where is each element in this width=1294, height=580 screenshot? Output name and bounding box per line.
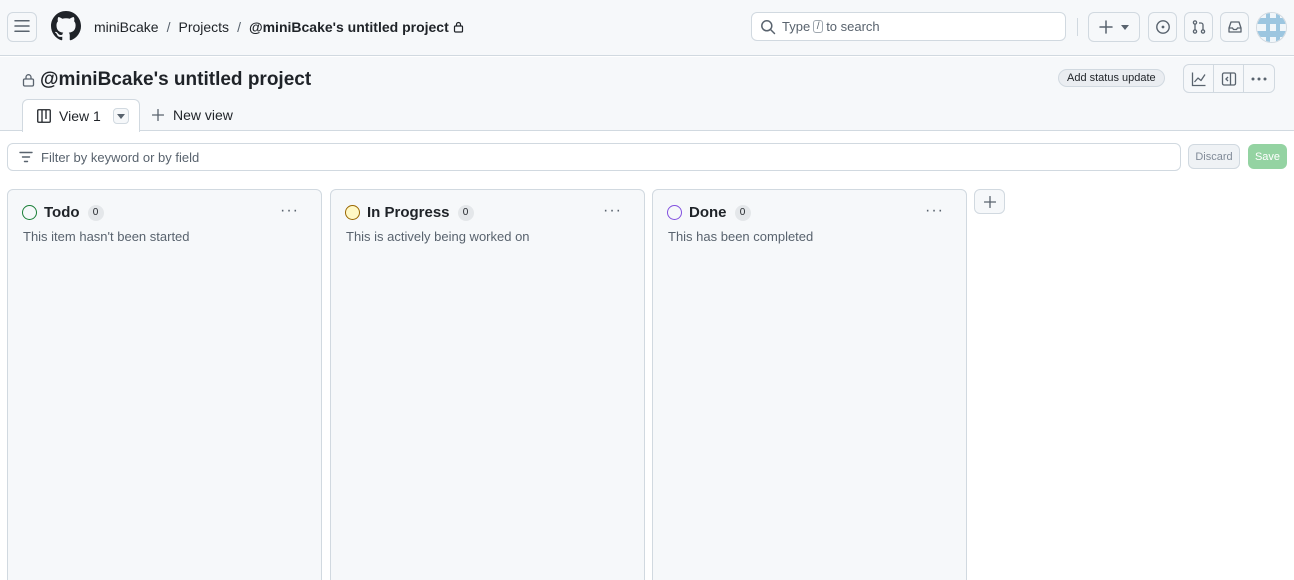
search-placeholder-start: Type <box>782 19 811 34</box>
inbox-button[interactable] <box>1220 12 1249 42</box>
sidebar-icon <box>1221 71 1237 87</box>
filter-input[interactable]: Filter by keyword or by field <box>7 143 1181 171</box>
column-header: Done 0 <box>667 204 751 221</box>
search-placeholder-end: to search <box>826 19 880 34</box>
inbox-icon <box>1227 19 1243 35</box>
hamburger-icon <box>14 18 30 37</box>
discard-button[interactable]: Discard <box>1188 144 1240 169</box>
breadcrumb-current-project[interactable]: @miniBcake's untitled project <box>249 19 449 35</box>
project-actions <box>1183 64 1275 93</box>
column-title: Done <box>689 204 727 221</box>
project-header: @miniBcake's untitled project Add status… <box>0 57 1294 132</box>
add-status-update-button[interactable]: Add status update <box>1058 69 1165 87</box>
status-circle-icon <box>345 205 360 220</box>
project-title-row: @miniBcake's untitled project <box>22 69 311 91</box>
filter-icon <box>19 151 41 163</box>
menu-button[interactable] <box>7 12 37 42</box>
issue-icon <box>1155 19 1171 35</box>
chevron-down-icon <box>1121 24 1129 30</box>
save-button[interactable]: Save <box>1248 144 1287 169</box>
pull-requests-button[interactable] <box>1184 12 1213 42</box>
column-description: This has been completed <box>668 229 814 244</box>
add-column-button[interactable] <box>974 189 1005 214</box>
breadcrumb-separator: / <box>166 19 171 35</box>
chevron-down-icon <box>116 113 125 119</box>
board-column-in-progress: In Progress 0 ··· This is actively being… <box>330 189 645 580</box>
insights-button[interactable] <box>1184 65 1214 92</box>
breadcrumb-separator: / <box>237 19 241 35</box>
tab-label: View 1 <box>59 108 101 124</box>
plus-icon <box>152 109 173 121</box>
board-icon <box>37 109 51 123</box>
search-shortcut-key: / <box>813 20 824 33</box>
pull-request-icon <box>1191 19 1207 35</box>
issues-button[interactable] <box>1148 12 1177 42</box>
column-description: This is actively being worked on <box>346 229 530 244</box>
tab-view-1[interactable]: View 1 <box>22 99 140 132</box>
header-divider <box>1077 18 1078 36</box>
plus-icon <box>1099 20 1113 34</box>
toggle-details-button[interactable] <box>1214 65 1244 92</box>
search-icon <box>760 19 776 35</box>
column-header: Todo 0 <box>22 204 104 221</box>
page-title[interactable]: @miniBcake's untitled project <box>40 69 311 91</box>
column-menu-button[interactable]: ··· <box>925 202 944 220</box>
breadcrumb: miniBcake / Projects / @miniBcake's unti… <box>94 19 464 35</box>
status-circle-icon <box>667 205 682 220</box>
board-column-done: Done 0 ··· This has been completed <box>652 189 967 580</box>
status-circle-icon <box>22 205 37 220</box>
column-title: Todo <box>44 204 80 221</box>
create-new-button[interactable] <box>1088 12 1140 42</box>
column-count: 0 <box>734 204 751 221</box>
column-count: 0 <box>87 204 104 221</box>
breadcrumb-owner[interactable]: miniBcake <box>94 19 159 35</box>
insights-icon <box>1191 71 1207 87</box>
new-view-button[interactable]: New view <box>152 107 233 123</box>
lock-icon <box>22 73 40 87</box>
new-view-label: New view <box>173 107 233 123</box>
breadcrumb-projects[interactable]: Projects <box>178 19 229 35</box>
global-header: miniBcake / Projects / @miniBcake's unti… <box>0 0 1294 56</box>
column-description: This item hasn't been started <box>23 229 190 244</box>
github-logo-icon[interactable] <box>51 11 81 41</box>
kebab-icon <box>1251 77 1267 81</box>
filter-placeholder: Filter by keyword or by field <box>41 149 200 165</box>
column-menu-button[interactable]: ··· <box>280 202 299 220</box>
view-options-button[interactable] <box>112 108 129 124</box>
board-column-todo: Todo 0 ··· This item hasn't been started <box>7 189 322 580</box>
project-menu-button[interactable] <box>1244 65 1274 92</box>
search-input[interactable]: Type / to search <box>751 12 1066 41</box>
plus-icon <box>983 195 996 208</box>
column-menu-button[interactable]: ··· <box>603 202 622 220</box>
column-title: In Progress <box>367 204 450 221</box>
lock-icon <box>453 21 464 33</box>
avatar[interactable] <box>1256 12 1287 43</box>
column-header: In Progress 0 <box>345 204 474 221</box>
column-count: 0 <box>457 204 474 221</box>
